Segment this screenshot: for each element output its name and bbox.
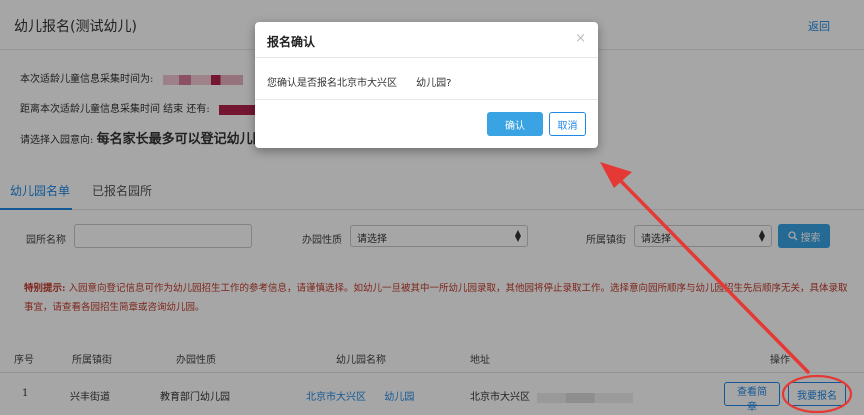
dialog-body: 您确认是否报名北京市大兴区 幼儿园? bbox=[255, 58, 598, 100]
confirm-button[interactable]: 确认 bbox=[487, 112, 543, 136]
dialog-title: 报名确认 bbox=[267, 35, 316, 49]
dialog-header: 报名确认 × bbox=[255, 22, 598, 58]
dialog-message: 您确认是否报名北京市大兴区 幼儿园? bbox=[267, 78, 452, 89]
confirm-dialog: 报名确认 × 您确认是否报名北京市大兴区 幼儿园? 确认 取消 bbox=[255, 22, 598, 148]
cancel-button[interactable]: 取消 bbox=[549, 112, 586, 136]
close-icon[interactable]: × bbox=[575, 31, 586, 46]
dialog-footer: 确认 取消 bbox=[255, 100, 598, 146]
